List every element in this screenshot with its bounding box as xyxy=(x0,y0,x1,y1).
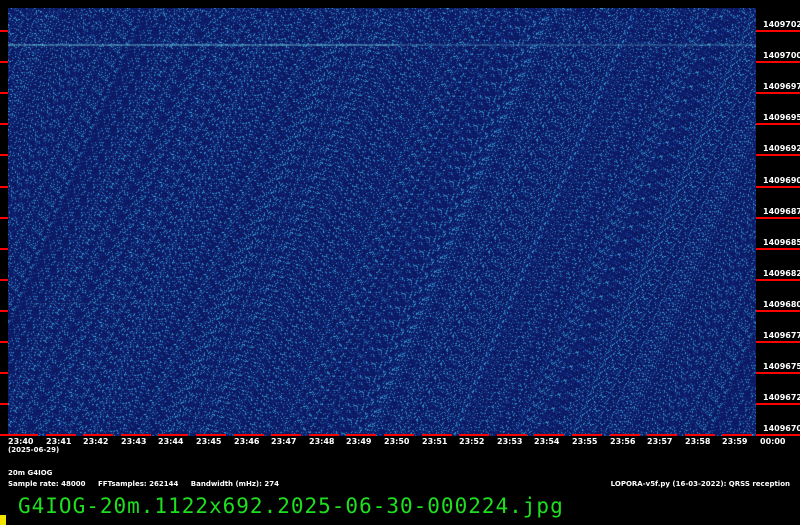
date-label: (2025-06-29) xyxy=(8,446,60,454)
time-tick xyxy=(346,434,376,436)
time-label: 23:56 xyxy=(610,437,636,446)
frequency-tick xyxy=(756,186,800,188)
frequency-label: 14096725 xyxy=(763,393,800,402)
frequency-label: 14097000 xyxy=(763,51,800,60)
time-label: 23:51 xyxy=(422,437,448,446)
frequency-label: 14096850 xyxy=(763,238,800,247)
time-label: 23:47 xyxy=(271,437,297,446)
left-frequency-tick xyxy=(0,310,8,312)
fft-samples: FFTsamples: 262144 xyxy=(97,480,179,488)
frequency-tick xyxy=(756,217,800,219)
frequency-label: 14097025 xyxy=(763,20,800,29)
frequency-label: 14096700 xyxy=(763,424,800,433)
left-frequency-tick xyxy=(0,217,8,219)
time-label: 23:50 xyxy=(384,437,410,446)
time-label: 23:53 xyxy=(497,437,523,446)
time-tick xyxy=(158,434,188,436)
frequency-label: 14096900 xyxy=(763,176,800,185)
left-frequency-tick xyxy=(0,92,8,94)
time-label: 23:48 xyxy=(309,437,335,446)
frequency-tick xyxy=(756,123,800,125)
frequency-scale: 14097025 14097000 14096975 14096950 14096925… xyxy=(756,0,800,440)
time-tick xyxy=(196,434,226,436)
frequency-label: 14096750 xyxy=(763,362,800,371)
time-tick xyxy=(459,434,489,436)
time-tick xyxy=(572,434,602,436)
frequency-label: 14096800 xyxy=(763,300,800,309)
left-frequency-tick xyxy=(0,248,8,250)
frequency-tick xyxy=(756,154,800,156)
time-label: 23:41 xyxy=(46,437,72,446)
frequency-tick xyxy=(756,341,800,343)
time-label: 23:44 xyxy=(158,437,184,446)
left-frequency-tick xyxy=(0,154,8,156)
frequency-tick xyxy=(756,310,800,312)
left-frequency-tick xyxy=(0,123,8,125)
frequency-tick xyxy=(756,61,800,63)
time-tick xyxy=(8,434,38,436)
frequency-tick xyxy=(756,279,800,281)
bandwidth: Bandwidth (mHz): 274 xyxy=(190,480,279,488)
left-frequency-tick xyxy=(0,403,8,405)
time-label: 23:45 xyxy=(196,437,222,446)
time-tick xyxy=(497,434,527,436)
frequency-label: 14096950 xyxy=(763,113,800,122)
time-tick xyxy=(234,434,264,436)
frequency-label: 14096925 xyxy=(763,144,800,153)
frequency-tick xyxy=(756,30,800,32)
frequency-label: 14096875 xyxy=(763,207,800,216)
frequency-tick xyxy=(756,248,800,250)
frequency-tick xyxy=(756,92,800,94)
left-frequency-tick xyxy=(0,186,8,188)
frequency-tick xyxy=(756,403,800,405)
left-frequency-tick xyxy=(0,30,8,32)
time-label: 23:46 xyxy=(234,437,260,446)
time-tick xyxy=(422,434,452,436)
time-tick xyxy=(309,434,339,436)
time-tick xyxy=(760,434,790,436)
time-tick xyxy=(83,434,113,436)
sample-rate: Sample rate: 48000 xyxy=(8,480,86,488)
time-label: 23:55 xyxy=(572,437,598,446)
left-frequency-tick xyxy=(0,341,8,343)
station-label: 20m G4IOG xyxy=(8,469,53,477)
parameters-line: Sample rate: 48000 FFTsamples: 262144 Ba… xyxy=(8,480,289,488)
frequency-tick xyxy=(756,372,800,374)
time-tick xyxy=(685,434,715,436)
time-label: 23:49 xyxy=(346,437,372,446)
frequency-label: 14096975 xyxy=(763,82,800,91)
time-label: 23:54 xyxy=(534,437,560,446)
time-tick xyxy=(121,434,151,436)
spectrogram-waterfall xyxy=(8,8,756,436)
software-label: LOPORA-v5f.py (16-03-2022): QRSS recepti… xyxy=(610,480,790,488)
time-label: 23:42 xyxy=(83,437,109,446)
frequency-label: 14096825 xyxy=(763,269,800,278)
time-tick xyxy=(271,434,301,436)
left-frequency-tick xyxy=(0,61,8,63)
time-tick xyxy=(610,434,640,436)
time-axis: 23:40 23:41 23:42 23:43 23:44 23:45 23:46 23:47… xyxy=(0,434,800,460)
cursor-block xyxy=(0,515,6,525)
time-tick xyxy=(534,434,564,436)
time-tick xyxy=(722,434,752,436)
time-label: 23:59 xyxy=(722,437,748,446)
time-tick xyxy=(46,434,76,436)
spectrogram-noise-canvas xyxy=(8,8,756,436)
time-tick xyxy=(384,434,414,436)
time-label: 23:40 xyxy=(8,437,34,446)
frequency-label: 14096775 xyxy=(763,331,800,340)
time-label: 23:52 xyxy=(459,437,485,446)
left-frequency-tick xyxy=(0,372,8,374)
time-label: 00:00 xyxy=(760,437,786,446)
filename-label: G4IOG-20m.1122x692.2025-06-30-000224.jpg xyxy=(18,494,564,518)
time-tick xyxy=(647,434,677,436)
left-frequency-tick xyxy=(0,279,8,281)
time-label: 23:57 xyxy=(647,437,673,446)
time-label: 23:58 xyxy=(685,437,711,446)
time-label: 23:43 xyxy=(121,437,147,446)
